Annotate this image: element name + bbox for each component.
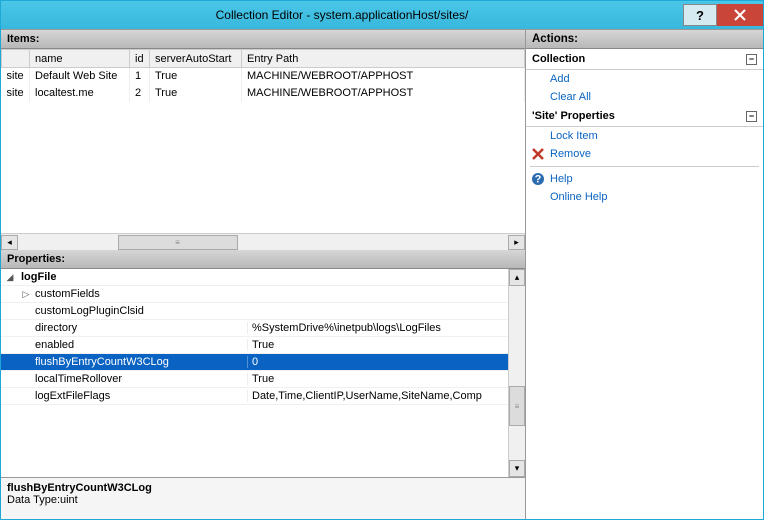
divider	[530, 166, 759, 167]
col-serverautostart[interactable]: serverAutoStart	[150, 50, 242, 68]
window-title: Collection Editor - system.applicationHo…	[1, 8, 683, 22]
action-lock-item[interactable]: Lock Item	[526, 127, 763, 145]
prop-row-localtimerollover[interactable]: localTimeRollover True	[1, 371, 508, 388]
help-icon: ?	[531, 172, 545, 186]
action-online-help[interactable]: Online Help	[526, 188, 763, 206]
actions-pane: Actions: Collection − Add Clear All 'Sit…	[526, 30, 763, 519]
items-heading: Items:	[1, 30, 525, 49]
prop-row-directory[interactable]: directory %SystemDrive%\inetpub\logs\Log…	[1, 320, 508, 337]
scroll-left-button[interactable]: ◂	[1, 235, 18, 250]
property-description: flushByEntryCountW3CLog Data Type:uint	[1, 477, 525, 519]
scroll-down-button[interactable]: ▾	[509, 460, 525, 477]
collapse-icon[interactable]: −	[746, 54, 757, 65]
scroll-up-button[interactable]: ▴	[509, 269, 525, 286]
col-name[interactable]: name	[30, 50, 130, 68]
close-icon	[734, 9, 746, 21]
action-clear-all[interactable]: Clear All	[526, 88, 763, 106]
properties-section: Properties: ◢ logFile ▷ customFields	[1, 250, 525, 519]
prop-row-customfields[interactable]: ▷ customFields	[1, 286, 508, 303]
actions-collection-title: Collection −	[526, 49, 763, 70]
items-header-row: name id serverAutoStart Entry Path	[2, 50, 525, 68]
close-button[interactable]	[717, 4, 763, 26]
titlebar: Collection Editor - system.applicationHo…	[1, 1, 763, 29]
remove-icon	[531, 147, 545, 161]
col-id[interactable]: id	[130, 50, 150, 68]
actions-siteprops-title: 'Site' Properties −	[526, 106, 763, 127]
properties-heading: Properties:	[1, 250, 525, 269]
properties-table[interactable]: ◢ logFile ▷ customFields	[1, 269, 508, 477]
col-entrypath[interactable]: Entry Path	[242, 50, 525, 68]
prop-row-logextfileflags[interactable]: logExtFileFlags Date,Time,ClientIP,UserN…	[1, 388, 508, 405]
table-row[interactable]: site Default Web Site 1 True MACHINE/WEB…	[2, 68, 525, 85]
properties-grid: ◢ logFile ▷ customFields	[1, 269, 525, 477]
scroll-thumb[interactable]: ≡	[509, 386, 525, 426]
col-blank[interactable]	[2, 50, 30, 68]
items-hscrollbar[interactable]: ◂ ≡ ▸	[1, 233, 525, 250]
expand-icon[interactable]: ◢	[1, 272, 19, 283]
scroll-right-button[interactable]: ▸	[508, 235, 525, 250]
action-remove[interactable]: Remove	[526, 145, 763, 163]
collapse-icon[interactable]: −	[746, 111, 757, 122]
help-button[interactable]: ?	[683, 4, 717, 26]
prop-row-customlogpluginclsid[interactable]: customLogPluginClsid	[1, 303, 508, 320]
actions-heading: Actions:	[526, 30, 763, 49]
left-pane: Items: name id serverAutoStart Entry Pat…	[1, 30, 526, 519]
table-row[interactable]: site localtest.me 2 True MACHINE/WEBROOT…	[2, 85, 525, 102]
properties-vscrollbar[interactable]: ▴ ≡ ▾	[508, 269, 525, 477]
svg-text:?: ?	[535, 174, 542, 186]
desc-name: flushByEntryCountW3CLog	[7, 482, 519, 494]
action-add[interactable]: Add	[526, 70, 763, 88]
prop-row-enabled[interactable]: enabled True	[1, 337, 508, 354]
items-grid[interactable]: name id serverAutoStart Entry Path site …	[1, 49, 525, 233]
prop-row-logfile[interactable]: ◢ logFile	[1, 269, 508, 286]
expand-icon[interactable]: ▷	[19, 289, 33, 300]
prop-row-flushbyentrycount[interactable]: flushByEntryCountW3CLog 0	[1, 354, 508, 371]
collection-editor-window: Collection Editor - system.applicationHo…	[0, 0, 764, 520]
desc-type: Data Type:uint	[7, 494, 519, 506]
action-help[interactable]: ? Help	[526, 170, 763, 188]
titlebar-buttons: ?	[683, 4, 763, 26]
items-section: Items: name id serverAutoStart Entry Pat…	[1, 30, 525, 250]
scroll-thumb[interactable]: ≡	[118, 235, 238, 250]
